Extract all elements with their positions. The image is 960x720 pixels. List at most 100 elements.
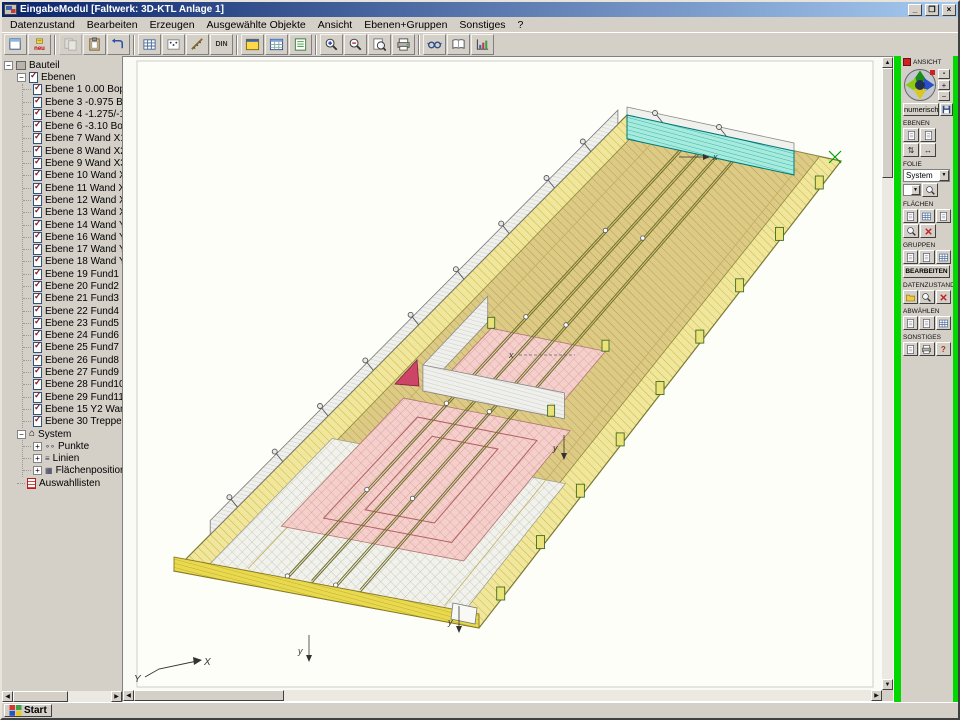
tree-horizontal-scrollbar[interactable]: ◀ ▶ xyxy=(2,691,122,702)
menu-item[interactable]: ? xyxy=(512,18,530,32)
view-zoom-in-button[interactable]: + xyxy=(938,80,950,90)
datenzustand-delete-button[interactable] xyxy=(936,290,951,304)
menu-item[interactable]: Ausgewählte Objekte xyxy=(201,18,312,32)
protocol-button[interactable] xyxy=(447,34,470,55)
ebene-edit-button[interactable] xyxy=(920,128,936,142)
undo-button[interactable] xyxy=(107,34,130,55)
point-raster-button[interactable] xyxy=(162,34,185,55)
magnifier-icon xyxy=(906,226,917,237)
menu-item[interactable]: Erzeugen xyxy=(144,18,201,32)
gruppen-button-1[interactable] xyxy=(903,250,918,264)
statistics-button[interactable] xyxy=(471,34,494,55)
ebene-updown-button[interactable]: ⇅ xyxy=(903,143,919,157)
form-new-button[interactable] xyxy=(4,34,27,55)
view-compass[interactable] xyxy=(903,68,937,102)
expand-icon[interactable]: − xyxy=(4,61,13,70)
view-option-button[interactable]: ▪ xyxy=(938,69,950,79)
ebene-list-button[interactable] xyxy=(903,128,919,142)
expand-icon[interactable]: + xyxy=(33,442,42,451)
folie-select[interactable]: System ▼ xyxy=(903,169,950,182)
measure-button[interactable] xyxy=(186,34,209,55)
expand-icon[interactable]: + xyxy=(33,466,42,475)
tree-item-system-child[interactable]: + ≡ Linien xyxy=(23,453,122,465)
tree-item-ebenen[interactable]: − Ebenen xyxy=(4,71,122,83)
sonstiges-help-button[interactable]: ? xyxy=(936,342,951,356)
start-button[interactable]: Start xyxy=(4,704,52,717)
menu-item[interactable]: Ansicht xyxy=(312,18,358,32)
scroll-right-button[interactable]: ▶ xyxy=(111,691,122,702)
save-view-button[interactable] xyxy=(940,103,953,116)
datenzustand-search-button[interactable] xyxy=(919,290,934,304)
drawing-area[interactable]: y y y x x X Y ▲ ▼ xyxy=(122,56,894,702)
drawing-canvas[interactable]: y y y x x X Y xyxy=(123,57,882,693)
close-button[interactable]: × xyxy=(942,4,956,16)
menu-item[interactable]: Sonstiges xyxy=(453,18,511,32)
minimize-button[interactable]: _ xyxy=(908,4,922,16)
scrollbar-track[interactable] xyxy=(284,690,871,701)
flaechen-button-2[interactable] xyxy=(919,209,934,223)
scroll-down-button[interactable]: ▼ xyxy=(882,679,893,690)
copy-button[interactable] xyxy=(59,34,82,55)
expand-icon[interactable]: + xyxy=(33,454,42,463)
tree-connector xyxy=(23,446,31,447)
scrollbar-track[interactable] xyxy=(68,691,111,702)
scrollbar-thumb[interactable] xyxy=(13,691,68,702)
canvas-horizontal-scrollbar[interactable]: ◀ ▶ xyxy=(123,690,882,701)
flaechen-button-3[interactable] xyxy=(936,209,951,223)
section-label-flaechen: FLÄCHEN xyxy=(903,201,951,208)
scrollbar-track[interactable] xyxy=(882,178,893,679)
scroll-up-button[interactable]: ▲ xyxy=(882,57,893,68)
expand-icon[interactable]: − xyxy=(17,73,26,82)
tree-item-system-child[interactable]: + ▦ Flächenpositionen xyxy=(23,465,122,477)
scroll-right-button[interactable]: ▶ xyxy=(871,690,882,701)
gruppen-button-3[interactable] xyxy=(936,250,951,264)
sonstiges-button-1[interactable] xyxy=(903,342,918,356)
grid-snap-button[interactable] xyxy=(138,34,161,55)
bearbeiten-button[interactable]: BEARBEITEN xyxy=(903,265,950,278)
zoom-out-button[interactable] xyxy=(344,34,367,55)
clipboard-button[interactable] xyxy=(83,34,106,55)
folie-mini-combo[interactable]: ▼ xyxy=(903,184,921,196)
abwaehlen-button-1[interactable] xyxy=(903,316,918,330)
abwaehlen-button-3[interactable] xyxy=(936,316,951,330)
maximize-button[interactable]: ❐ xyxy=(925,4,939,16)
flaechen-search-button[interactable] xyxy=(903,224,919,238)
tree-item-bauteil[interactable]: − Bauteil xyxy=(4,59,122,71)
layer-check-icon[interactable] xyxy=(33,416,42,427)
print-button[interactable] xyxy=(392,34,415,55)
view-zoom-out-button[interactable]: − xyxy=(938,91,950,101)
window-view-button[interactable] xyxy=(241,34,264,55)
din-standard-button[interactable]: DIN xyxy=(210,34,233,55)
datenzustand-neu-button[interactable]: neu xyxy=(28,34,51,55)
compass-center[interactable] xyxy=(915,80,925,90)
table-view-button[interactable] xyxy=(265,34,288,55)
zoom-page-button[interactable] xyxy=(368,34,391,55)
menu-item[interactable]: Ebenen+Gruppen xyxy=(358,18,453,32)
scrollbar-thumb[interactable] xyxy=(134,690,284,701)
view-check-button[interactable] xyxy=(423,34,446,55)
gruppen-button-2[interactable] xyxy=(919,250,934,264)
sonstiges-button-2[interactable] xyxy=(919,342,934,356)
tree-item-auswahllisten[interactable]: Auswahllisten xyxy=(4,477,122,489)
flaechen-button-1[interactable] xyxy=(903,209,918,223)
folie-search-button[interactable] xyxy=(922,183,938,197)
ebene-leftright-button[interactable]: ↔ xyxy=(920,143,936,157)
tree-item-ebene[interactable]: Ebene 30 Treppenl xyxy=(23,416,122,428)
canvas-vertical-scrollbar[interactable]: ▲ ▼ xyxy=(882,57,893,690)
scrollbar-thumb[interactable] xyxy=(882,68,893,178)
report-button[interactable] xyxy=(289,34,312,55)
flaechen-delete-button[interactable] xyxy=(920,224,936,238)
chevron-down-icon[interactable]: ▼ xyxy=(939,170,949,181)
tree-item-system-child[interactable]: + ∘∘ Punkte xyxy=(23,440,122,452)
scroll-left-button[interactable]: ◀ xyxy=(123,690,134,701)
datenzustand-open-button[interactable] xyxy=(903,290,918,304)
menu-item[interactable]: Bearbeiten xyxy=(81,18,144,32)
expand-icon[interactable]: − xyxy=(17,430,26,439)
scroll-left-button[interactable]: ◀ xyxy=(2,691,13,702)
panel-grip-icon[interactable] xyxy=(903,58,911,66)
abwaehlen-button-2[interactable] xyxy=(919,316,934,330)
menu-item[interactable]: Datenzustand xyxy=(4,18,81,32)
tree-item-system[interactable]: − ⌂ System xyxy=(4,428,122,440)
numerisch-button[interactable]: numerisch xyxy=(903,103,939,116)
zoom-in-button[interactable] xyxy=(320,34,343,55)
